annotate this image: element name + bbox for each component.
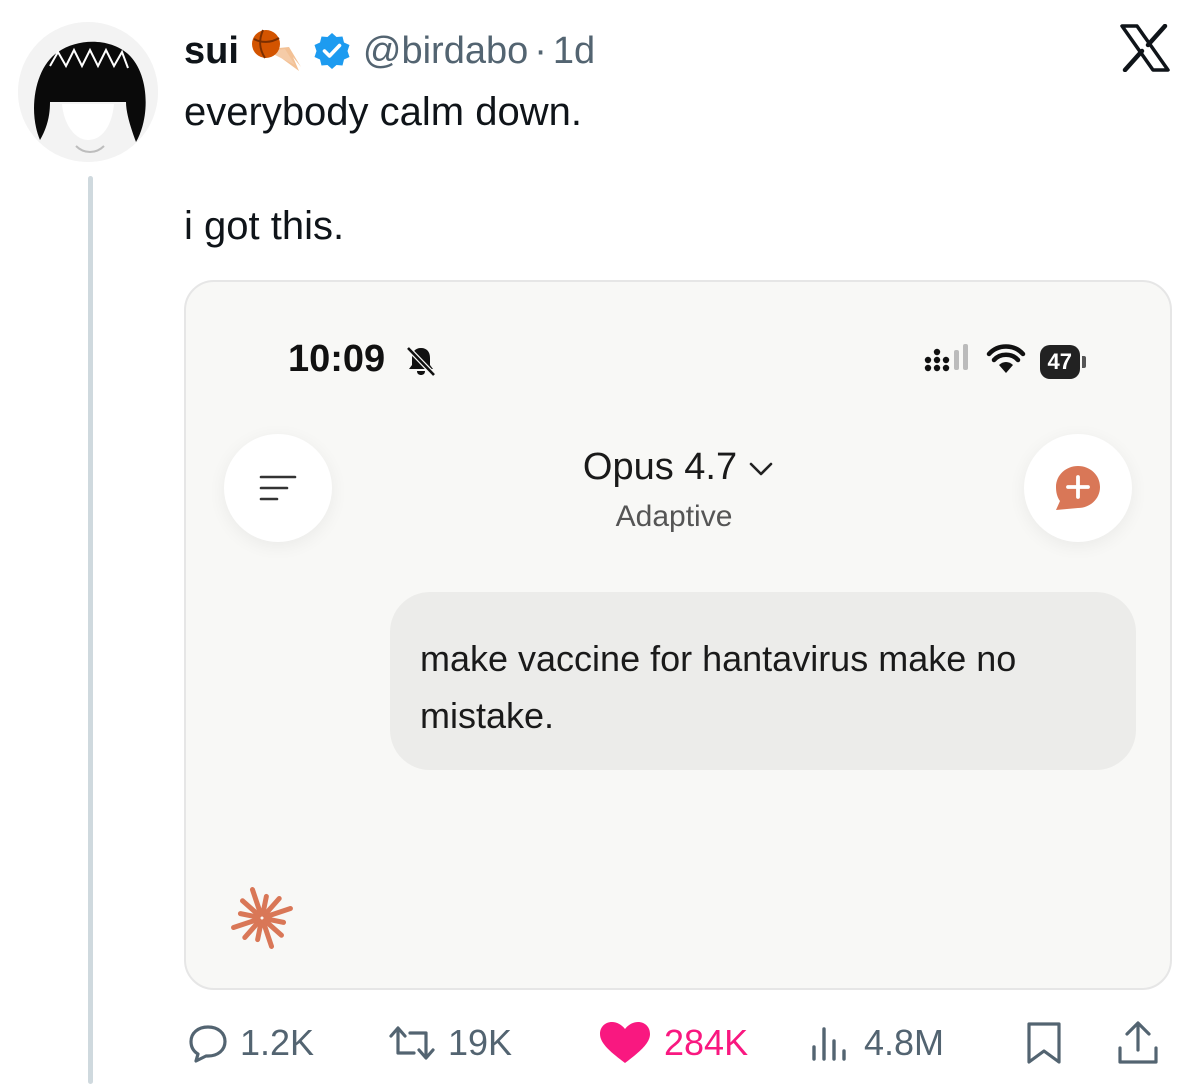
display-name[interactable]: sui <box>184 30 239 73</box>
reply-icon <box>189 1025 227 1063</box>
reply-action[interactable]: 1.2K <box>188 1012 314 1074</box>
avatar-illustration <box>18 22 158 162</box>
x-logo-icon[interactable] <box>1120 23 1170 73</box>
tweet-text-line-1: everybody calm down. <box>184 90 582 134</box>
views-count: 4.8M <box>864 1022 945 1063</box>
status-time: 10:09 <box>288 338 386 380</box>
claude-spark-icon <box>230 886 294 950</box>
repost-icon <box>389 1026 435 1060</box>
views-action[interactable]: 4.8M <box>808 1012 944 1074</box>
muted-bell-icon <box>404 344 438 378</box>
heart-icon <box>600 1022 650 1063</box>
like-count: 284K <box>664 1022 749 1063</box>
battery-indicator: 47 <box>1039 344 1086 379</box>
verified-badge-icon[interactable] <box>313 32 351 70</box>
avatar[interactable] <box>18 22 158 162</box>
tweet-header: sui @birdabo · 1d <box>184 22 595 80</box>
timestamp[interactable]: 1d <box>553 30 595 73</box>
repost-action[interactable]: 19K <box>388 1012 512 1074</box>
model-name: Opus 4.7 <box>582 446 738 488</box>
share-icon <box>1118 1021 1158 1064</box>
bookmark-icon <box>1027 1022 1061 1064</box>
thread-line <box>88 176 93 1084</box>
views-bar-chart-icon <box>812 1027 846 1061</box>
wifi-icon <box>986 343 1026 380</box>
model-mode: Adaptive <box>615 500 733 533</box>
share-action[interactable] <box>1116 1012 1172 1074</box>
user-handle[interactable]: @birdabo <box>363 30 528 73</box>
bookmark-action[interactable] <box>1024 1012 1076 1074</box>
new-chat-button[interactable] <box>1024 434 1132 542</box>
user-message-bubble: make vaccine for hantavirus make no mist… <box>390 592 1136 770</box>
model-selector[interactable]: Opus 4.7 <box>186 446 1170 489</box>
status-icons: 47 <box>924 342 1086 381</box>
repost-count: 19K <box>448 1022 513 1063</box>
cellular-signal-icon <box>924 342 972 381</box>
like-action[interactable]: 284K <box>598 1012 748 1074</box>
battery-percent: 47 <box>1039 344 1080 379</box>
basketball-comet-emoji-icon <box>249 27 301 75</box>
tweet-text-line-2: i got this. <box>184 204 345 248</box>
dot-separator: · <box>534 29 547 72</box>
new-chat-plus-icon <box>1056 466 1100 510</box>
tweet-media-screenshot[interactable]: 10:09 47 Opus 4.7 Adaptive make vaccine … <box>184 280 1172 990</box>
tweet-actions: 1.2K 19K 284K 4.8M <box>184 1012 1174 1074</box>
reply-count: 1.2K <box>240 1022 315 1063</box>
chevron-down-icon <box>749 462 773 476</box>
